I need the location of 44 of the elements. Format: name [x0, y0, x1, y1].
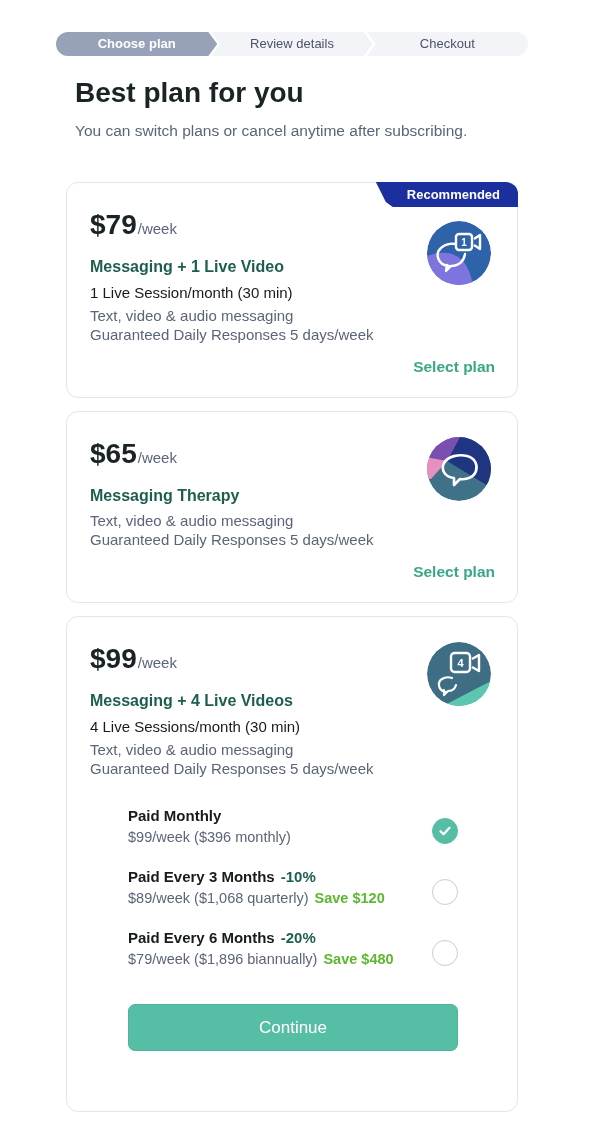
step-tab[interactable]: Checkout	[366, 32, 528, 56]
price-period: /week	[137, 220, 177, 237]
session-count: 4	[457, 656, 464, 669]
plan-title: Messaging + 4 Live Videos	[90, 691, 293, 711]
price-period: /week	[137, 449, 177, 466]
feature-text: Text, video & audio messaging	[90, 306, 294, 325]
feature-text: Guaranteed Daily Responses 5 days/week	[90, 530, 374, 549]
option-price: $99/week ($396 monthly)	[128, 828, 291, 847]
radio-button[interactable]	[432, 818, 458, 844]
price-amount: $99	[90, 643, 137, 675]
option-price: $89/week ($1,068 quarterly)	[128, 889, 309, 908]
radio-button[interactable]	[432, 940, 458, 966]
price-period: /week	[137, 654, 177, 671]
feature-text: Guaranteed Daily Responses 5 days/week	[90, 759, 374, 778]
page-heading: Best plan for you	[75, 76, 304, 110]
price-amount: $79	[90, 209, 137, 241]
feature-text: Guaranteed Daily Responses 5 days/week	[90, 325, 374, 344]
price-amount: $65	[90, 438, 137, 470]
discount-label: -10%	[280, 867, 316, 887]
plan-title: Messaging Therapy	[90, 486, 240, 506]
sessions-text: 4 Live Sessions/month (30 min)	[90, 717, 301, 737]
step-tab[interactable]: Choose plan	[56, 32, 218, 56]
continue-button[interactable]: Continue	[128, 1004, 458, 1051]
check-icon	[439, 826, 451, 836]
select-plan-link[interactable]: Select plan	[413, 562, 495, 582]
discount-label: -20%	[280, 928, 316, 948]
feature-text: Text, video & audio messaging	[90, 511, 294, 530]
sessions-text: 1 Live Session/month (30 min)	[90, 283, 293, 303]
option-price: $79/week ($1,896 biannually)	[128, 950, 318, 969]
feature-text: Text, video & audio messaging	[90, 740, 294, 759]
option-title: Paid Every 6 Months	[128, 928, 275, 948]
radio-button[interactable]	[432, 879, 458, 905]
session-count: 1	[461, 237, 467, 248]
savings-label: Save $480	[323, 950, 394, 969]
select-plan-link[interactable]: Select plan	[413, 357, 495, 377]
speech-bubble-icon	[437, 676, 458, 697]
option-title: Paid Every 3 Months	[128, 867, 275, 887]
savings-label: Save $120	[314, 889, 385, 908]
step-tab[interactable]: Review details	[211, 32, 373, 56]
plan-title: Messaging + 1 Live Video	[90, 257, 284, 277]
recommended-badge: Recommended	[375, 182, 518, 207]
chat-bubble-icon	[427, 437, 491, 501]
page-subheading: You can switch plans or cancel anytime after subscribing.	[75, 121, 468, 141]
option-title: Paid Monthly	[128, 806, 222, 826]
